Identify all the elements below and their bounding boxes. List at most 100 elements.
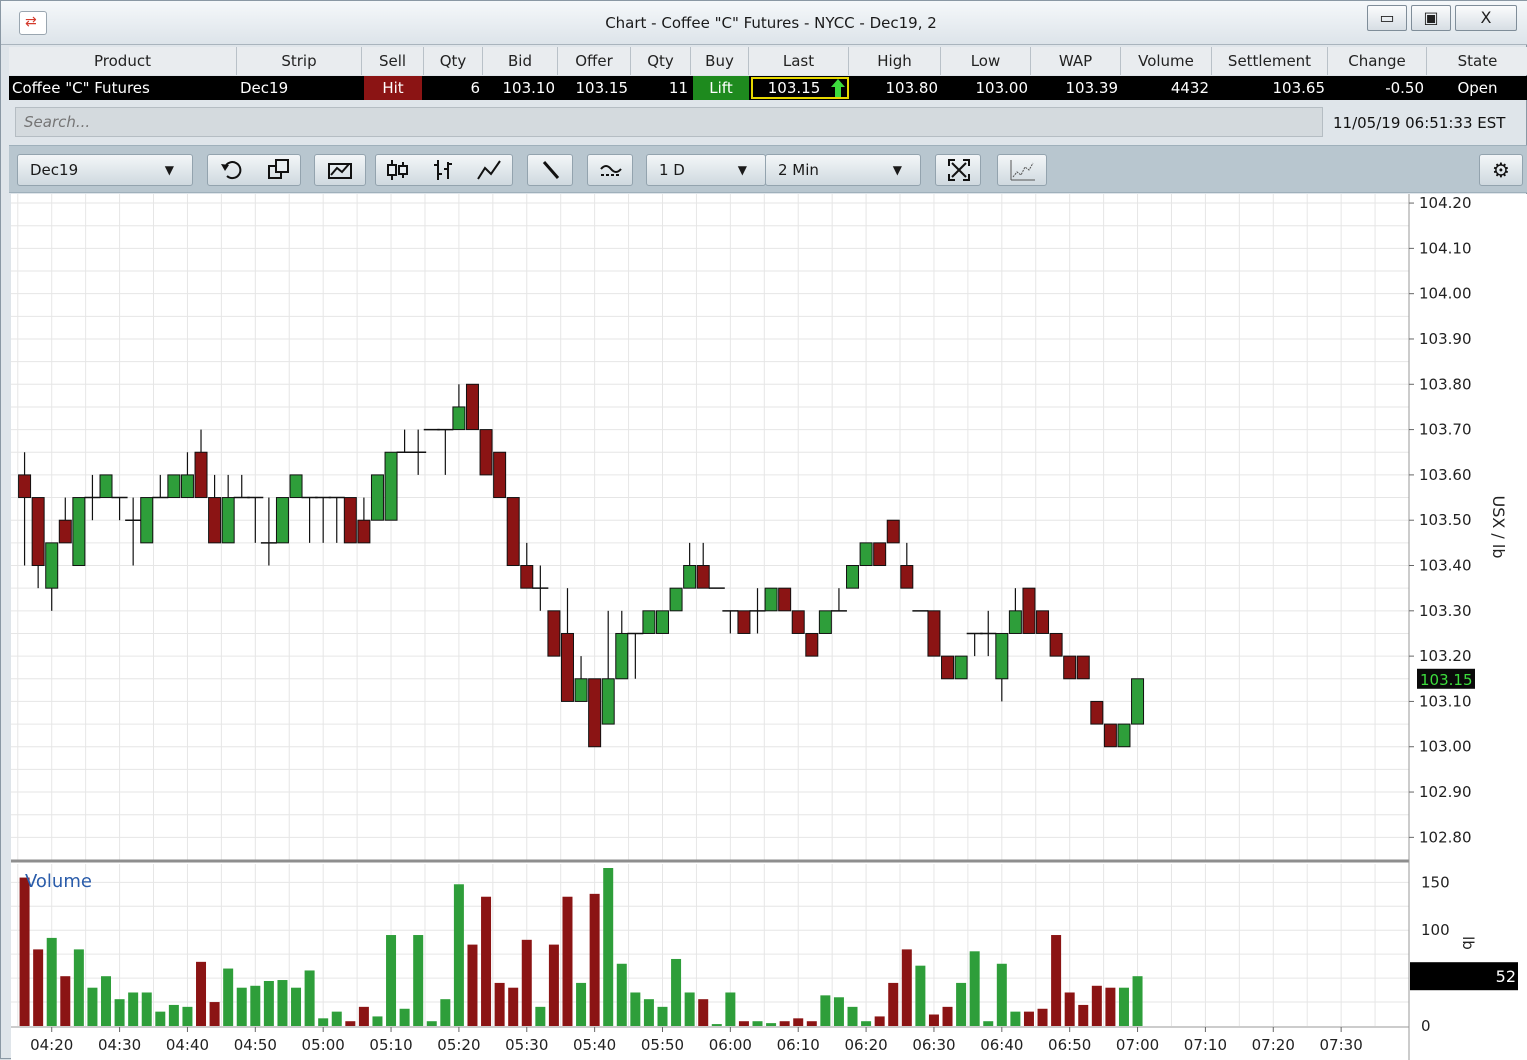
chart-toolbar: Dec19 ▼ 1 D ▼ 2 Min ▼ ⚙: [9, 145, 1527, 193]
candle-body: [886, 519, 900, 544]
candle-body: [859, 542, 873, 567]
col-header-offer[interactable]: Offer: [558, 47, 631, 75]
price-tick-label: 102.80: [1419, 828, 1472, 846]
candle-body: [140, 497, 154, 544]
chart-style-button[interactable]: [997, 154, 1047, 186]
volume-bar: [128, 992, 139, 1026]
col-header-volume[interactable]: Volume: [1121, 47, 1212, 75]
time-tick-label: 06:30: [912, 1036, 955, 1054]
candle-body: [560, 632, 574, 702]
refresh-icon[interactable]: [216, 155, 246, 185]
candle-body: [954, 655, 968, 680]
search-input[interactable]: [15, 107, 1323, 137]
col-header-buy[interactable]: Buy: [691, 47, 749, 75]
time-tick-label: 05:00: [302, 1036, 345, 1054]
volume-bar: [793, 1018, 804, 1026]
timestamp: 11/05/19 06:51:33 EST: [1333, 114, 1506, 132]
volume-bar: [345, 1021, 356, 1026]
volume-bar: [1091, 985, 1102, 1026]
col-header-offer-qty[interactable]: Qty: [631, 47, 691, 75]
candle-body: [873, 542, 887, 567]
candle-body: [1117, 723, 1131, 748]
time-tick-label: 06:20: [844, 1036, 887, 1054]
col-header-low[interactable]: Low: [941, 47, 1031, 75]
volume-bar: [223, 968, 234, 1026]
minimize-button[interactable]: ▭: [1367, 5, 1407, 31]
price-tick-label: 103.60: [1419, 466, 1472, 484]
candle-body: [1131, 678, 1145, 725]
candlestick-icon[interactable]: [382, 155, 412, 185]
bid-cell: 103.10: [502, 79, 556, 97]
chevron-down-icon: ▼: [164, 163, 174, 177]
volume-bar: [928, 1014, 939, 1026]
volume-bar: [779, 1021, 790, 1026]
candle-body: [1063, 655, 1077, 680]
chart-style-icon: [1008, 155, 1038, 185]
drawing-line-button[interactable]: [527, 154, 573, 186]
candle-body: [588, 678, 602, 748]
last-cell: 103.15: [767, 79, 821, 97]
candle-body: [167, 474, 181, 499]
strip-select[interactable]: Dec19 ▼: [17, 154, 193, 186]
candle-body: [941, 655, 955, 680]
candle-body: [683, 565, 697, 589]
volume-tick-label: 150: [1421, 873, 1450, 891]
close-button[interactable]: X: [1455, 5, 1517, 31]
candle-body: [452, 406, 466, 431]
chart-type-tools: [375, 154, 513, 186]
lift-button[interactable]: Lift: [693, 76, 749, 100]
col-header-settlement[interactable]: Settlement: [1212, 47, 1328, 75]
price-chart[interactable]: 104.20 104.10 104.00 103.90 103.80 103.70 103.…: [11, 194, 1527, 1060]
candle-body: [696, 565, 710, 589]
col-header-strip[interactable]: Strip: [237, 47, 362, 75]
col-header-bid-qty[interactable]: Qty: [424, 47, 483, 75]
quote-row[interactable]: Coffee "C" Futures Dec19 Hit 6 103.10 10…: [9, 76, 1527, 100]
volume-bar: [915, 965, 926, 1026]
volume-bar: [956, 982, 967, 1026]
volume-bar: [684, 992, 695, 1026]
price-tick-label: 103.90: [1419, 330, 1472, 348]
study-button[interactable]: [587, 154, 633, 186]
volume-bar: [847, 1006, 858, 1026]
candle-body: [1008, 610, 1022, 634]
candle-body: [805, 632, 819, 657]
envelope-chart-button[interactable]: [314, 154, 366, 186]
col-header-sell[interactable]: Sell: [362, 47, 424, 75]
interval-select-value: 2 Min: [778, 161, 819, 179]
study-icon: [596, 155, 626, 185]
volume-bar: [453, 884, 464, 1026]
copy-icon[interactable]: [264, 155, 294, 185]
ohlc-bar-icon[interactable]: [428, 155, 458, 185]
col-header-high[interactable]: High: [849, 47, 941, 75]
candle-body: [31, 497, 45, 567]
volume-axis-label: lb: [1459, 936, 1477, 950]
product-cell: Coffee "C" Futures: [12, 79, 150, 97]
volume-bar: [467, 944, 478, 1026]
col-header-change[interactable]: Change: [1328, 47, 1427, 75]
offer-cell: 103.15: [575, 79, 629, 97]
candle-body: [275, 497, 289, 544]
interval-select[interactable]: 2 Min ▼: [765, 154, 921, 186]
chevron-down-icon: ▼: [892, 163, 902, 177]
range-select[interactable]: 1 D ▼: [646, 154, 766, 186]
candle-body: [506, 497, 520, 567]
col-header-last[interactable]: Last: [749, 47, 849, 75]
col-header-state[interactable]: State: [1427, 47, 1527, 75]
volume-bar: [318, 1018, 329, 1026]
hit-button[interactable]: Hit: [364, 76, 422, 100]
wap-cell: 103.39: [1065, 79, 1119, 97]
chart-window: ⇄ Chart - Coffee "C" Futures - NYCC - De…: [0, 0, 1527, 1060]
col-header-wap[interactable]: WAP: [1031, 47, 1121, 75]
col-header-product[interactable]: Product: [9, 47, 237, 75]
volume-bar: [725, 992, 736, 1026]
col-header-bid[interactable]: Bid: [483, 47, 558, 75]
candle-body: [357, 519, 371, 544]
line-chart-icon[interactable]: [474, 155, 504, 185]
fullscreen-button[interactable]: [935, 154, 981, 186]
volume-bar: [1105, 987, 1116, 1026]
settings-button[interactable]: ⚙: [1479, 154, 1523, 186]
maximize-button[interactable]: ▣: [1411, 5, 1451, 31]
title-bar[interactable]: ⇄ Chart - Coffee "C" Futures - NYCC - De…: [1, 1, 1527, 45]
volume-panel-title: Volume: [25, 871, 92, 892]
envelope-chart-icon: [325, 155, 355, 185]
